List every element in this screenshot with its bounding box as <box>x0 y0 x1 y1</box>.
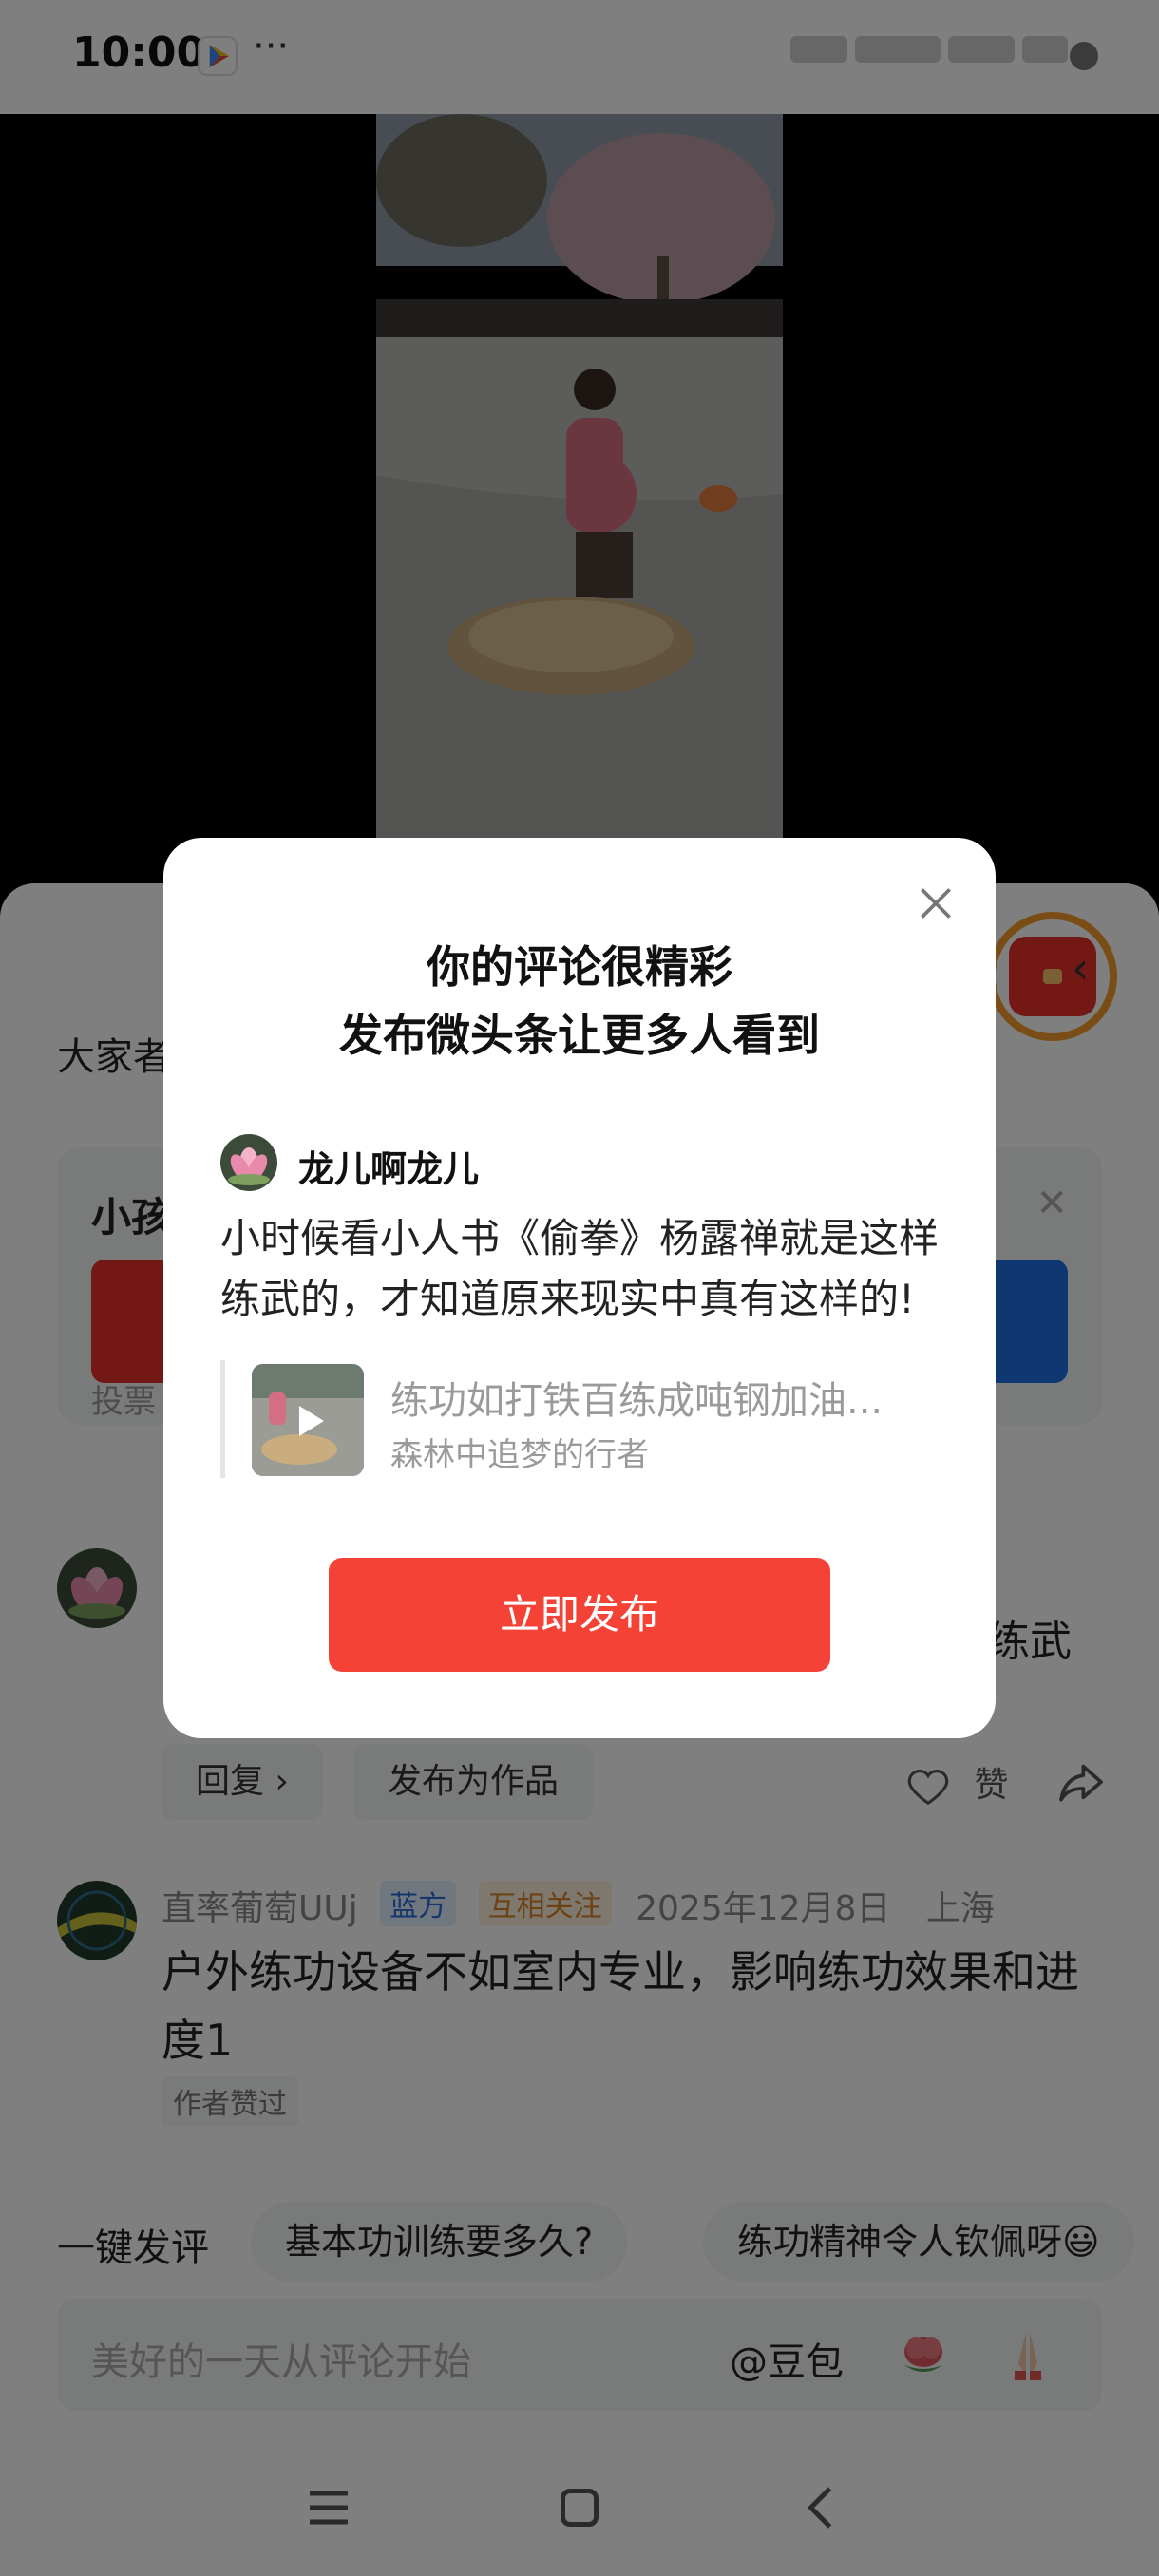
dialog-title-line1: 你的评论很精彩 <box>427 941 732 993</box>
avatar <box>220 1134 277 1191</box>
publish-dialog: 你的评论很精彩 发布微头条让更多人看到 龙儿啊龙儿 小时候看小人书《偷拳》杨露禅… <box>163 838 996 1738</box>
publish-now-button[interactable]: 立即发布 <box>329 1558 830 1672</box>
quoted-video: 练功如打铁百练成吨钢加油... 森林中追梦的行者 <box>220 1360 939 1478</box>
dialog-title: 你的评论很精彩 发布微头条让更多人看到 <box>163 933 996 1070</box>
quoted-video-title: 练功如打铁百练成吨钢加油... <box>390 1379 884 1423</box>
close-icon[interactable] <box>912 880 960 927</box>
dialog-title-line2: 发布微头条让更多人看到 <box>339 1010 820 1061</box>
video-thumbnail <box>252 1364 364 1476</box>
dialog-comment-text: 小时候看小人书《偷拳》杨露禅就是这样练武的，才知道原来现实中真有这样的! <box>220 1215 940 1322</box>
dialog-username: 龙儿啊龙儿 <box>298 1148 480 1190</box>
quoted-video-author: 森林中追梦的行者 <box>390 1436 649 1474</box>
